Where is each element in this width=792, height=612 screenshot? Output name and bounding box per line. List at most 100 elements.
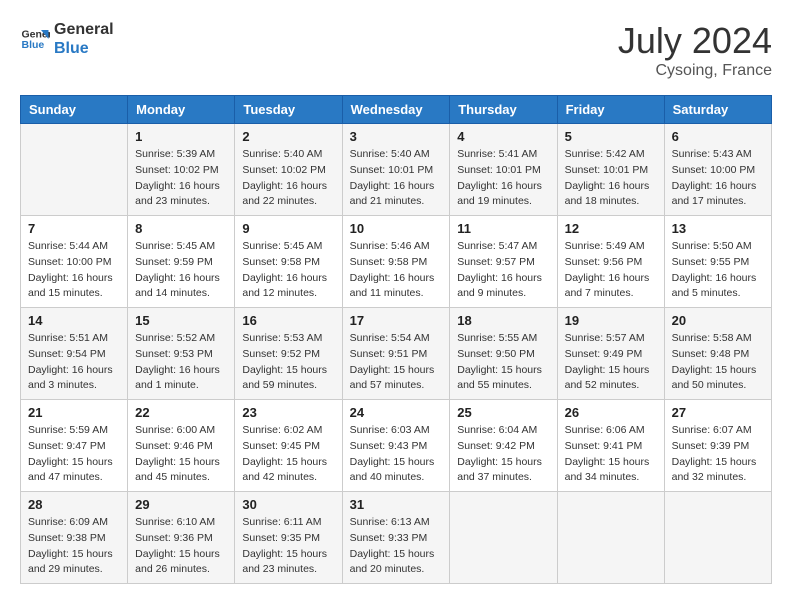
day-info: Sunrise: 5:40 AMSunset: 10:01 PMDaylight… xyxy=(350,147,443,210)
day-info: Sunrise: 6:11 AMSunset: 9:35 PMDaylight:… xyxy=(242,515,334,578)
day-info: Sunrise: 6:00 AMSunset: 9:46 PMDaylight:… xyxy=(135,423,227,486)
calendar-cell: 5 Sunrise: 5:42 AMSunset: 10:01 PMDayligh… xyxy=(557,124,664,216)
day-number: 7 xyxy=(28,221,120,236)
calendar-cell: 26 Sunrise: 6:06 AMSunset: 9:41 PMDayligh… xyxy=(557,400,664,492)
calendar-cell: 27Sunrise: 6:07 AMSunset: 9:39 PMDayligh… xyxy=(664,400,771,492)
day-info: Sunrise: 6:10 AMSunset: 9:36 PMDaylight:… xyxy=(135,515,227,578)
calendar-cell: 29Sunrise: 6:10 AMSunset: 9:36 PMDayligh… xyxy=(128,492,235,584)
day-info: Sunrise: 5:50 AMSunset: 9:55 PMDaylight:… xyxy=(672,239,764,302)
day-number: 30 xyxy=(242,497,334,512)
day-number: 2 xyxy=(242,129,334,144)
calendar-cell: 12Sunrise: 5:49 AMSunset: 9:56 PMDayligh… xyxy=(557,216,664,308)
calendar-cell: 19 Sunrise: 5:57 AMSunset: 9:49 PMDayligh… xyxy=(557,308,664,400)
calendar-cell xyxy=(557,492,664,584)
calendar-week-row: 7 Sunrise: 5:44 AMSunset: 10:00 PMDayligh… xyxy=(21,216,772,308)
day-info: Sunrise: 5:42 AMSunset: 10:01 PMDaylight… xyxy=(565,147,657,210)
day-number: 15 xyxy=(135,313,227,328)
calendar-week-row: 14 Sunrise: 5:51 AMSunset: 9:54 PMDayligh… xyxy=(21,308,772,400)
day-info: Sunrise: 5:43 AMSunset: 10:00 PMDaylight… xyxy=(672,147,764,210)
weekday-header-wednesday: Wednesday xyxy=(342,96,450,124)
logo: General Blue General Blue xyxy=(20,20,114,58)
title-block: July 2024 Cysoing, France xyxy=(618,20,772,80)
calendar-cell: 10 Sunrise: 5:46 AMSunset: 9:58 PMDayligh… xyxy=(342,216,450,308)
calendar-cell: 2 Sunrise: 5:40 AMSunset: 10:02 PMDayligh… xyxy=(235,124,342,216)
calendar-cell: 30 Sunrise: 6:11 AMSunset: 9:35 PMDayligh… xyxy=(235,492,342,584)
calendar-cell xyxy=(664,492,771,584)
day-number: 21 xyxy=(28,405,120,420)
day-number: 24 xyxy=(350,405,443,420)
calendar-cell: 16 Sunrise: 5:53 AMSunset: 9:52 PMDayligh… xyxy=(235,308,342,400)
day-info: Sunrise: 5:59 AMSunset: 9:47 PMDaylight:… xyxy=(28,423,120,486)
day-info: Sunrise: 5:47 AMSunset: 9:57 PMDaylight:… xyxy=(457,239,549,302)
day-number: 20 xyxy=(672,313,764,328)
calendar-cell: 15 Sunrise: 5:52 AMSunset: 9:53 PMDayligh… xyxy=(128,308,235,400)
day-number: 19 xyxy=(565,313,657,328)
calendar-cell: 3 Sunrise: 5:40 AMSunset: 10:01 PMDayligh… xyxy=(342,124,450,216)
calendar-cell: 25 Sunrise: 6:04 AMSunset: 9:42 PMDayligh… xyxy=(450,400,557,492)
calendar-cell: 31Sunrise: 6:13 AMSunset: 9:33 PMDayligh… xyxy=(342,492,450,584)
calendar-week-row: 28 Sunrise: 6:09 AMSunset: 9:38 PMDayligh… xyxy=(21,492,772,584)
calendar-cell: 24 Sunrise: 6:03 AMSunset: 9:43 PMDayligh… xyxy=(342,400,450,492)
calendar-cell xyxy=(450,492,557,584)
day-info: Sunrise: 5:51 AMSunset: 9:54 PMDaylight:… xyxy=(28,331,120,394)
logo-text-line2: Blue xyxy=(54,39,114,58)
day-number: 23 xyxy=(242,405,334,420)
svg-text:Blue: Blue xyxy=(22,39,45,51)
day-number: 28 xyxy=(28,497,120,512)
calendar-cell: 8 Sunrise: 5:45 AMSunset: 9:59 PMDaylight… xyxy=(128,216,235,308)
day-number: 10 xyxy=(350,221,443,236)
day-info: Sunrise: 5:57 AMSunset: 9:49 PMDaylight:… xyxy=(565,331,657,394)
calendar-table: SundayMondayTuesdayWednesdayThursdayFrid… xyxy=(20,95,772,584)
day-number: 4 xyxy=(457,129,549,144)
day-number: 17 xyxy=(350,313,443,328)
calendar-cell: 28 Sunrise: 6:09 AMSunset: 9:38 PMDayligh… xyxy=(21,492,128,584)
calendar-cell: 13 Sunrise: 5:50 AMSunset: 9:55 PMDayligh… xyxy=(664,216,771,308)
day-info: Sunrise: 5:40 AMSunset: 10:02 PMDaylight… xyxy=(242,147,334,210)
calendar-cell: 17Sunrise: 5:54 AMSunset: 9:51 PMDayligh… xyxy=(342,308,450,400)
calendar-cell: 23 Sunrise: 6:02 AMSunset: 9:45 PMDayligh… xyxy=(235,400,342,492)
calendar-cell: 14 Sunrise: 5:51 AMSunset: 9:54 PMDayligh… xyxy=(21,308,128,400)
calendar-cell: 18Sunrise: 5:55 AMSunset: 9:50 PMDayligh… xyxy=(450,308,557,400)
calendar-cell: 1 Sunrise: 5:39 AMSunset: 10:02 PMDayligh… xyxy=(128,124,235,216)
calendar-cell: 21 Sunrise: 5:59 AMSunset: 9:47 PMDayligh… xyxy=(21,400,128,492)
day-info: Sunrise: 5:53 AMSunset: 9:52 PMDaylight:… xyxy=(242,331,334,394)
day-number: 26 xyxy=(565,405,657,420)
day-info: Sunrise: 5:46 AMSunset: 9:58 PMDaylight:… xyxy=(350,239,443,302)
calendar-cell: 9Sunrise: 5:45 AMSunset: 9:58 PMDaylight… xyxy=(235,216,342,308)
calendar-cell: 7 Sunrise: 5:44 AMSunset: 10:00 PMDayligh… xyxy=(21,216,128,308)
day-number: 12 xyxy=(565,221,657,236)
day-info: Sunrise: 6:13 AMSunset: 9:33 PMDaylight:… xyxy=(350,515,443,578)
weekday-header-row: SundayMondayTuesdayWednesdayThursdayFrid… xyxy=(21,96,772,124)
calendar-week-row: 21 Sunrise: 5:59 AMSunset: 9:47 PMDayligh… xyxy=(21,400,772,492)
day-info: Sunrise: 5:58 AMSunset: 9:48 PMDaylight:… xyxy=(672,331,764,394)
calendar-cell: 4Sunrise: 5:41 AMSunset: 10:01 PMDayligh… xyxy=(450,124,557,216)
day-info: Sunrise: 6:04 AMSunset: 9:42 PMDaylight:… xyxy=(457,423,549,486)
weekday-header-saturday: Saturday xyxy=(664,96,771,124)
day-info: Sunrise: 6:03 AMSunset: 9:43 PMDaylight:… xyxy=(350,423,443,486)
calendar-cell: 6 Sunrise: 5:43 AMSunset: 10:00 PMDayligh… xyxy=(664,124,771,216)
day-info: Sunrise: 5:52 AMSunset: 9:53 PMDaylight:… xyxy=(135,331,227,394)
day-number: 5 xyxy=(565,129,657,144)
day-info: Sunrise: 6:09 AMSunset: 9:38 PMDaylight:… xyxy=(28,515,120,578)
day-info: Sunrise: 5:45 AMSunset: 9:59 PMDaylight:… xyxy=(135,239,227,302)
day-number: 1 xyxy=(135,129,227,144)
day-number: 3 xyxy=(350,129,443,144)
day-number: 13 xyxy=(672,221,764,236)
weekday-header-friday: Friday xyxy=(557,96,664,124)
calendar-cell: 22 Sunrise: 6:00 AMSunset: 9:46 PMDayligh… xyxy=(128,400,235,492)
day-info: Sunrise: 5:44 AMSunset: 10:00 PMDaylight… xyxy=(28,239,120,302)
day-number: 14 xyxy=(28,313,120,328)
page-header: General Blue General Blue July 2024 Cyso… xyxy=(20,20,772,80)
day-number: 25 xyxy=(457,405,549,420)
day-number: 22 xyxy=(135,405,227,420)
day-info: Sunrise: 6:02 AMSunset: 9:45 PMDaylight:… xyxy=(242,423,334,486)
day-number: 6 xyxy=(672,129,764,144)
calendar-week-row: 1 Sunrise: 5:39 AMSunset: 10:02 PMDayligh… xyxy=(21,124,772,216)
day-number: 16 xyxy=(242,313,334,328)
day-info: Sunrise: 5:39 AMSunset: 10:02 PMDaylight… xyxy=(135,147,227,210)
day-number: 11 xyxy=(457,221,549,236)
day-number: 27 xyxy=(672,405,764,420)
day-info: Sunrise: 6:06 AMSunset: 9:41 PMDaylight:… xyxy=(565,423,657,486)
day-number: 18 xyxy=(457,313,549,328)
day-number: 8 xyxy=(135,221,227,236)
